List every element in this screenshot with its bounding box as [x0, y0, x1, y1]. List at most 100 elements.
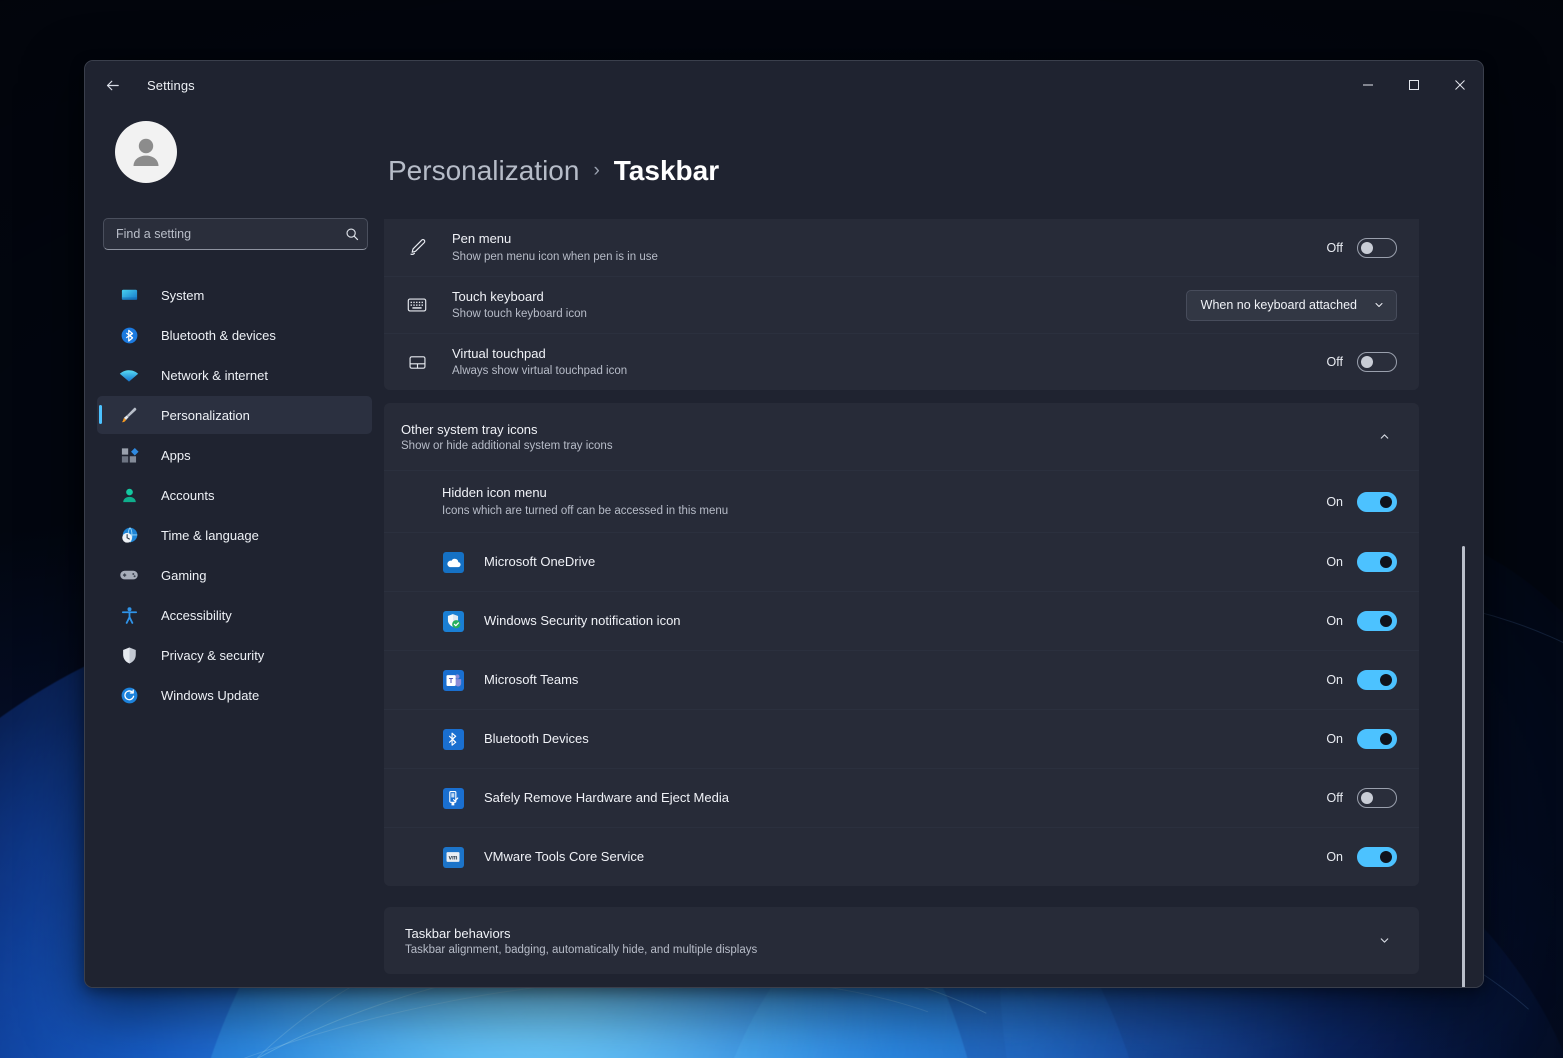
- bluetooth-devices-toggle[interactable]: [1357, 729, 1397, 749]
- toggle-state-label: On: [1323, 614, 1343, 628]
- maximize-button[interactable]: [1391, 61, 1437, 109]
- dropdown-value: When no keyboard attached: [1201, 298, 1357, 312]
- toggle-knob: [1380, 851, 1392, 863]
- toggle-knob: [1380, 733, 1392, 745]
- sidebar-item-apps[interactable]: Apps: [97, 436, 372, 474]
- sidebar-item-label: Personalization: [161, 408, 250, 423]
- sidebar-item-label: Time & language: [161, 528, 259, 543]
- other-system-tray-icons-group: Other system tray icons Show or hide add…: [384, 403, 1419, 886]
- setting-row-bluetooth-devices[interactable]: Bluetooth Devices On: [384, 709, 1419, 768]
- avatar-container[interactable]: [97, 109, 372, 183]
- svg-text:T: T: [448, 677, 453, 684]
- accessibility-icon: [119, 605, 139, 625]
- setting-title: Windows Security notification icon: [484, 612, 1323, 630]
- setting-row-hidden-icon-menu[interactable]: Hidden icon menu Icons which are turned …: [384, 470, 1419, 532]
- vmware-tools-toggle[interactable]: [1357, 847, 1397, 867]
- setting-row-text: Microsoft Teams: [484, 671, 1323, 689]
- microsoft-teams-icon: T: [442, 670, 464, 691]
- chevron-up-icon[interactable]: [1371, 424, 1397, 450]
- other-system-tray-icons-header[interactable]: Other system tray icons Show or hide add…: [384, 403, 1419, 470]
- setting-subtitle: Show touch keyboard icon: [452, 307, 1186, 322]
- sidebar-item-label: Windows Update: [161, 688, 259, 703]
- sidebar-nav: System Bluetooth & devices: [97, 276, 372, 716]
- virtual-touchpad-toggle[interactable]: [1357, 352, 1397, 372]
- sidebar-item-accounts[interactable]: Accounts: [97, 476, 372, 514]
- setting-row-text: Microsoft OneDrive: [484, 553, 1323, 571]
- close-button[interactable]: [1437, 61, 1483, 109]
- setting-row-vmware-tools[interactable]: vm VMware Tools Core Service On: [384, 827, 1419, 886]
- microsoft-teams-toggle[interactable]: [1357, 670, 1397, 690]
- window-controls: [1345, 61, 1483, 109]
- toggle-knob: [1380, 496, 1392, 508]
- setting-title: Bluetooth Devices: [484, 730, 1323, 748]
- setting-title: VMware Tools Core Service: [484, 848, 1323, 866]
- title-bar: Settings: [85, 61, 1483, 109]
- setting-row-text: Bluetooth Devices: [484, 730, 1323, 748]
- section-title: Taskbar behaviors: [405, 926, 1371, 941]
- setting-row-microsoft-onedrive[interactable]: Microsoft OneDrive On: [384, 532, 1419, 591]
- main-content: Personalization › Taskbar: [384, 109, 1483, 987]
- touch-keyboard-dropdown[interactable]: When no keyboard attached: [1186, 290, 1397, 321]
- avatar[interactable]: [115, 121, 177, 183]
- sidebar-item-label: Bluetooth & devices: [161, 328, 276, 343]
- setting-row-microsoft-teams[interactable]: T Microsoft Teams On: [384, 650, 1419, 709]
- minimize-icon: [1362, 79, 1374, 91]
- clock-globe-icon: [119, 525, 139, 545]
- hidden-icon-menu-toggle[interactable]: [1357, 492, 1397, 512]
- search-icon: [345, 227, 359, 241]
- toggle-knob: [1361, 356, 1373, 368]
- setting-title: Microsoft OneDrive: [484, 553, 1323, 571]
- sidebar-item-personalization[interactable]: Personalization: [97, 396, 372, 434]
- window-body: System Bluetooth & devices: [85, 109, 1483, 987]
- section-title: Other system tray icons: [401, 422, 1371, 437]
- toggle-state-label: On: [1323, 850, 1343, 864]
- sidebar-item-gaming[interactable]: Gaming: [97, 556, 372, 594]
- sidebar-item-bluetooth-devices[interactable]: Bluetooth & devices: [97, 316, 372, 354]
- setting-row-control: Off: [1323, 352, 1397, 372]
- sidebar-item-network-internet[interactable]: Network & internet: [97, 356, 372, 394]
- content-scrollbar[interactable]: [1457, 219, 1469, 977]
- back-button[interactable]: [95, 69, 129, 101]
- search-input[interactable]: [116, 227, 345, 241]
- setting-row-text: Windows Security notification icon: [484, 612, 1323, 630]
- bluetooth-devices-icon: [442, 729, 464, 750]
- update-icon: [119, 685, 139, 705]
- setting-row-safely-remove-hardware[interactable]: Safely Remove Hardware and Eject Media O…: [384, 768, 1419, 827]
- taskbar-behaviors-header[interactable]: Taskbar behaviors Taskbar alignment, bad…: [384, 907, 1419, 974]
- section-header-text: Taskbar behaviors Taskbar alignment, bad…: [405, 926, 1371, 956]
- setting-row-text: Virtual touchpad Always show virtual tou…: [452, 345, 1323, 379]
- setting-row-control: Off: [1323, 238, 1397, 258]
- setting-title: Safely Remove Hardware and Eject Media: [484, 789, 1323, 807]
- setting-row-virtual-touchpad[interactable]: Virtual touchpad Always show virtual tou…: [384, 333, 1419, 390]
- sidebar-item-system[interactable]: System: [97, 276, 372, 314]
- sidebar: System Bluetooth & devices: [85, 109, 384, 987]
- breadcrumb-parent[interactable]: Personalization: [388, 155, 579, 187]
- setting-title: Pen menu: [452, 230, 1323, 248]
- minimize-button[interactable]: [1345, 61, 1391, 109]
- scrollbar-thumb[interactable]: [1462, 546, 1465, 987]
- pen-menu-toggle[interactable]: [1357, 238, 1397, 258]
- chevron-down-icon[interactable]: [1371, 928, 1397, 954]
- sidebar-item-label: System: [161, 288, 204, 303]
- search-box[interactable]: [103, 218, 368, 250]
- sidebar-item-accessibility[interactable]: Accessibility: [97, 596, 372, 634]
- safely-remove-hardware-toggle[interactable]: [1357, 788, 1397, 808]
- wifi-icon: [119, 365, 139, 385]
- shield-icon: [119, 645, 139, 665]
- vmware-tools-icon: vm: [442, 847, 464, 868]
- sidebar-item-label: Apps: [161, 448, 191, 463]
- setting-row-windows-security[interactable]: Windows Security notification icon On: [384, 591, 1419, 650]
- sidebar-item-label: Accounts: [161, 488, 214, 503]
- setting-title: Virtual touchpad: [452, 345, 1323, 363]
- gamepad-icon: [119, 565, 139, 585]
- windows-security-toggle[interactable]: [1357, 611, 1397, 631]
- sidebar-item-time-language[interactable]: Time & language: [97, 516, 372, 554]
- setting-subtitle: Icons which are turned off can be access…: [442, 504, 1323, 519]
- sidebar-item-privacy-security[interactable]: Privacy & security: [97, 636, 372, 674]
- onedrive-toggle[interactable]: [1357, 552, 1397, 572]
- toggle-knob: [1380, 674, 1392, 686]
- setting-row-pen-menu[interactable]: Pen menu Show pen menu icon when pen is …: [384, 219, 1419, 276]
- setting-row-touch-keyboard[interactable]: Touch keyboard Show touch keyboard icon …: [384, 276, 1419, 333]
- tray-top-card-group: Pen menu Show pen menu icon when pen is …: [384, 219, 1419, 390]
- sidebar-item-windows-update[interactable]: Windows Update: [97, 676, 372, 714]
